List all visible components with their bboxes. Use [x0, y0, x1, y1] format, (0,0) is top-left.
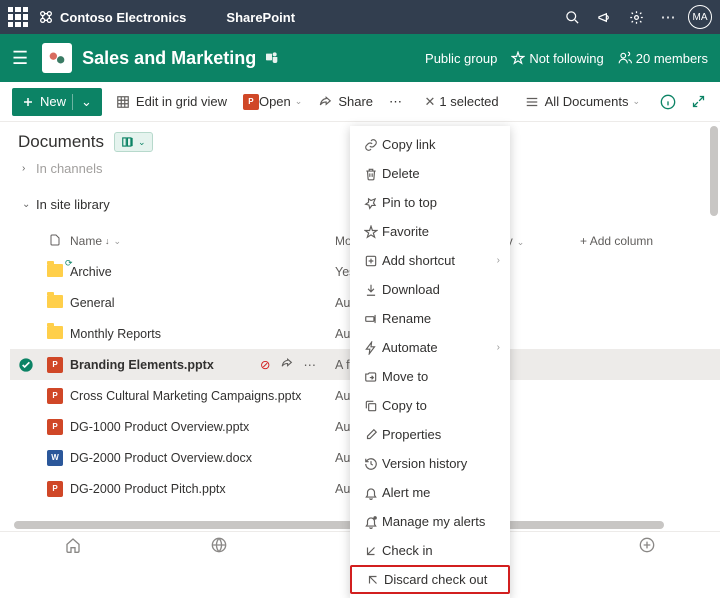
scrollbar-vertical[interactable] [710, 126, 718, 216]
history-icon [360, 457, 382, 471]
star-icon [360, 225, 382, 239]
follow-button[interactable]: Not following [511, 51, 603, 66]
powerpoint-icon: P [47, 481, 63, 497]
word-icon: W [47, 450, 63, 466]
props-icon [360, 428, 382, 442]
copy-icon [360, 399, 382, 413]
alert-icon [360, 486, 382, 500]
folder-icon [47, 326, 63, 339]
powerpoint-icon: P [47, 419, 63, 435]
visibility-label: Public group [425, 51, 497, 66]
info-icon[interactable] [658, 94, 678, 110]
selection-count[interactable]: ✕1 selected [416, 88, 506, 116]
more-icon[interactable]: ⋯ [652, 8, 684, 26]
teams-icon[interactable] [264, 49, 280, 68]
add-column-button[interactable]: + Add column [580, 234, 653, 248]
menu-item-trash[interactable]: Delete [350, 159, 510, 188]
file-name[interactable]: Archive [70, 265, 335, 279]
column-name[interactable]: Name↓⌄ [70, 234, 335, 248]
library-title: Documents [18, 132, 104, 152]
avatar[interactable]: MA [688, 5, 712, 29]
automate-icon [360, 341, 382, 355]
rename-icon [360, 312, 382, 326]
file-name[interactable]: General [70, 296, 335, 310]
shortcut-icon [360, 254, 382, 268]
home-icon[interactable] [65, 537, 81, 556]
new-button[interactable]: New ⌄ [12, 88, 102, 116]
suite-bar: Contoso Electronics SharePoint ⋯ MA [0, 0, 720, 34]
file-type-column-icon[interactable] [40, 233, 70, 250]
menu-item-shortcut[interactable]: Add shortcut› [350, 246, 510, 275]
pin-icon [360, 196, 382, 210]
hamburger-icon[interactable]: ☰ [12, 48, 28, 69]
menu-item-alert[interactable]: Alert me [350, 478, 510, 507]
menu-item-automate[interactable]: Automate› [350, 333, 510, 362]
open-button[interactable]: POpen⌄ [235, 88, 310, 116]
folder-icon [47, 295, 63, 308]
menu-item-download[interactable]: Download [350, 275, 510, 304]
row-overflow-icon[interactable]: ⋯ [303, 357, 316, 373]
folder-icon [47, 264, 63, 277]
powerpoint-icon: P [47, 388, 63, 404]
overflow-button[interactable]: ⋯ [381, 88, 410, 116]
settings-icon[interactable] [620, 10, 652, 25]
site-header: ☰ Sales and Marketing Public group Not f… [0, 34, 720, 82]
command-bar: New ⌄ Edit in grid view POpen⌄ Share ⋯ ✕… [0, 82, 720, 122]
checkedout-icon: ⊘ [260, 357, 270, 373]
megaphone-icon[interactable] [588, 10, 620, 25]
move-icon [360, 370, 382, 384]
site-logo[interactable] [42, 43, 72, 73]
search-icon[interactable] [556, 10, 588, 25]
context-menu: Copy linkDeletePin to topFavoriteAdd sho… [350, 126, 510, 598]
share-button[interactable]: Share [310, 88, 381, 116]
checkin-icon [360, 544, 382, 558]
menu-item-copy[interactable]: Copy to [350, 391, 510, 420]
brand-logo-icon [38, 9, 54, 25]
menu-item-props[interactable]: Properties [350, 420, 510, 449]
expand-icon[interactable] [688, 94, 708, 109]
menu-item-rename[interactable]: Rename [350, 304, 510, 333]
menu-item-star[interactable]: Favorite [350, 217, 510, 246]
menu-item-move[interactable]: Move to [350, 362, 510, 391]
view-switcher[interactable]: All Documents⌄ [517, 88, 648, 116]
members-button[interactable]: 20 members [618, 51, 708, 66]
view-toggle[interactable]: ⌄ [114, 132, 153, 152]
powerpoint-icon: P [47, 357, 63, 373]
menu-item-history[interactable]: Version history [350, 449, 510, 478]
file-name[interactable]: DG-1000 Product Overview.pptx [70, 420, 335, 434]
menu-item-discard[interactable]: Discard check out [350, 565, 510, 594]
brand-name: Contoso Electronics [60, 10, 186, 25]
trash-icon [360, 167, 382, 181]
file-name[interactable]: DG-2000 Product Pitch.pptx [70, 482, 335, 496]
menu-item-alerts[interactable]: Manage my alerts [350, 507, 510, 536]
add-icon[interactable] [639, 537, 655, 556]
globe-icon[interactable] [211, 537, 227, 556]
link-icon [360, 138, 382, 152]
file-name[interactable]: Cross Cultural Marketing Campaigns.pptx [70, 389, 335, 403]
share-row-icon[interactable] [280, 357, 293, 373]
app-name[interactable]: SharePoint [226, 10, 295, 25]
menu-item-link[interactable]: Copy link [350, 130, 510, 159]
check-icon[interactable] [18, 357, 34, 373]
file-name[interactable]: Monthly Reports [70, 327, 335, 341]
download-icon [360, 283, 382, 297]
edit-grid-button[interactable]: Edit in grid view [108, 88, 235, 116]
powerpoint-icon: P [243, 94, 259, 110]
discard-icon [362, 573, 384, 587]
chevron-down-icon[interactable]: ⌄ [72, 94, 92, 110]
alerts-icon [360, 515, 382, 529]
site-title[interactable]: Sales and Marketing [82, 48, 256, 69]
sync-badge-icon: ⟳ [65, 258, 73, 269]
menu-item-pin[interactable]: Pin to top [350, 188, 510, 217]
file-name[interactable]: DG-2000 Product Overview.docx [70, 451, 335, 465]
app-launcher-icon[interactable] [8, 7, 28, 27]
